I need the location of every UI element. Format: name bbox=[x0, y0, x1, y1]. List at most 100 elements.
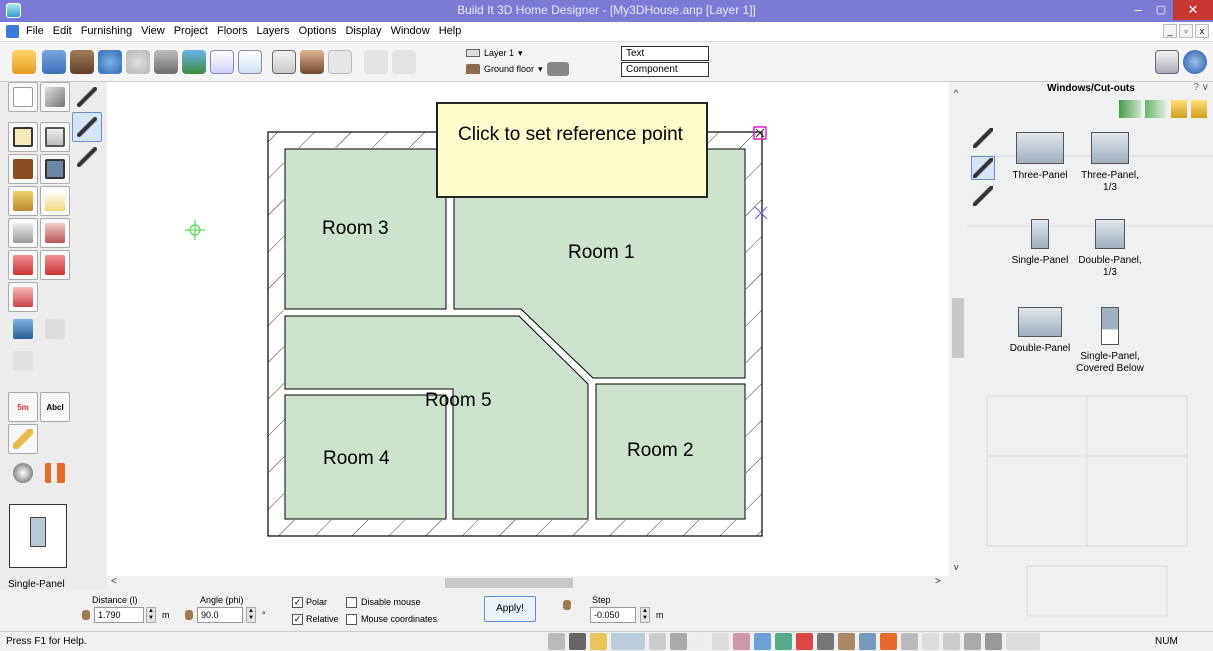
floor-view-icon[interactable] bbox=[649, 633, 666, 650]
help-icon[interactable] bbox=[1183, 50, 1207, 74]
menu-furnishing[interactable]: Furnishing bbox=[81, 25, 132, 37]
menu-options[interactable]: Options bbox=[299, 25, 337, 37]
panel-line-tool[interactable] bbox=[971, 126, 995, 150]
horizontal-scrollbar[interactable]: < > bbox=[107, 576, 949, 590]
text-field[interactable]: Text bbox=[621, 46, 709, 61]
menu-display[interactable]: Display bbox=[345, 25, 381, 37]
roof-red-icon[interactable] bbox=[796, 633, 813, 650]
comment-icon[interactable] bbox=[210, 50, 234, 74]
picture-icon[interactable] bbox=[859, 633, 876, 650]
column-tool-button[interactable] bbox=[40, 218, 70, 248]
roof-view-icon[interactable] bbox=[733, 633, 750, 650]
text-tool-button[interactable]: AbcI bbox=[40, 392, 70, 422]
vertical-scroll-thumb[interactable] bbox=[952, 298, 964, 358]
folder-up-icon[interactable] bbox=[1171, 100, 1187, 118]
3d-house-icon[interactable] bbox=[300, 50, 324, 74]
camera-icon[interactable] bbox=[985, 633, 1002, 650]
grid-icon[interactable] bbox=[569, 633, 586, 650]
apply-button[interactable]: Apply! bbox=[484, 596, 536, 622]
distance-field[interactable]: 1.790 bbox=[94, 607, 144, 623]
print-icon[interactable] bbox=[154, 50, 178, 74]
library-icon[interactable] bbox=[1119, 100, 1141, 118]
menu-edit[interactable]: Edit bbox=[53, 25, 72, 37]
stairs-view-icon[interactable] bbox=[670, 633, 687, 650]
redo-icon[interactable] bbox=[126, 50, 150, 74]
line-minus-tool-button[interactable] bbox=[72, 142, 102, 172]
terrain-tool-button[interactable] bbox=[8, 346, 38, 376]
render-icon[interactable] bbox=[1006, 633, 1040, 650]
menu-window[interactable]: Window bbox=[391, 25, 430, 37]
angle-spinner[interactable]: ▲ ▼ bbox=[246, 607, 256, 623]
lock-icon[interactable] bbox=[185, 610, 193, 620]
floor-select[interactable]: Ground floor bbox=[484, 64, 534, 74]
catalog-item-double-panel[interactable]: Double-Panel bbox=[1005, 307, 1075, 355]
open-folder-icon[interactable] bbox=[12, 50, 36, 74]
dimension-tool-button[interactable]: 5m bbox=[8, 392, 38, 422]
3d-wireframe-icon[interactable] bbox=[272, 50, 296, 74]
relative-checkbox[interactable]: ✓ bbox=[292, 614, 303, 625]
lock-icon[interactable] bbox=[563, 600, 571, 610]
close-button[interactable]: ✕ bbox=[1173, 0, 1213, 20]
floor-plan-canvas[interactable]: Room 3 Room 1 Room 5 Room 4 Room 2 Click… bbox=[107, 82, 949, 576]
vertical-scrollbar[interactable]: ^ v bbox=[949, 82, 967, 576]
layer-selector[interactable]: Layer 1 ▾ Ground floor ▾ bbox=[466, 45, 606, 79]
draw-icon[interactable] bbox=[392, 50, 416, 74]
furniture-view-icon[interactable] bbox=[712, 633, 729, 650]
scroll-left-icon[interactable]: < bbox=[111, 576, 117, 587]
lock-icon[interactable] bbox=[82, 610, 90, 620]
menu-file[interactable]: File bbox=[26, 25, 44, 37]
horizontal-scroll-thumb[interactable] bbox=[445, 578, 573, 588]
person-icon[interactable] bbox=[964, 633, 981, 650]
component-field[interactable]: Component bbox=[621, 62, 709, 77]
scroll-right-icon[interactable]: > bbox=[935, 576, 941, 587]
pencil-tool-button[interactable] bbox=[8, 424, 38, 454]
chair-view-icon[interactable] bbox=[754, 633, 771, 650]
plant-icon[interactable] bbox=[817, 633, 834, 650]
folder-open-icon[interactable] bbox=[1191, 100, 1207, 118]
furniture-tool-button[interactable] bbox=[8, 314, 38, 344]
menu-help[interactable]: Help bbox=[439, 25, 462, 37]
pencil-icon[interactable] bbox=[590, 633, 607, 650]
measure-icon[interactable] bbox=[943, 633, 960, 650]
select-tool-button[interactable] bbox=[8, 82, 38, 112]
panel-controls[interactable]: ? ∨ bbox=[1193, 82, 1209, 93]
move-icon[interactable] bbox=[364, 50, 388, 74]
furniture-edit-button[interactable] bbox=[40, 314, 70, 344]
line-plus-tool-button[interactable] bbox=[72, 112, 102, 142]
stairs-tool-button[interactable] bbox=[8, 186, 38, 216]
mouse-coordinates-checkbox[interactable] bbox=[346, 614, 357, 625]
roof-window-tool-button[interactable] bbox=[40, 250, 70, 280]
scroll-up-icon[interactable]: ^ bbox=[954, 88, 958, 98]
3d-icon[interactable] bbox=[880, 633, 897, 650]
slab-tool-button[interactable] bbox=[40, 186, 70, 216]
chevron-down-icon[interactable]: ▾ bbox=[518, 48, 523, 59]
catalog-item-three-panel[interactable]: Three-Panel bbox=[1005, 132, 1075, 182]
polar-checkbox[interactable]: ✓ bbox=[292, 597, 303, 608]
picture-icon[interactable] bbox=[182, 50, 206, 74]
list-view-icon[interactable] bbox=[1145, 100, 1167, 118]
wall-view-icon[interactable] bbox=[611, 633, 645, 650]
door-tool-button[interactable] bbox=[8, 154, 38, 184]
room-tool-button[interactable] bbox=[8, 122, 38, 152]
window-tool-button[interactable] bbox=[40, 154, 70, 184]
texture-tool-button[interactable] bbox=[8, 458, 38, 488]
ceiling-tool-button[interactable] bbox=[8, 218, 38, 248]
document-view-icon[interactable] bbox=[328, 50, 352, 74]
menu-view[interactable]: View bbox=[141, 25, 165, 37]
distance-spinner[interactable]: ▲ ▼ bbox=[146, 607, 156, 623]
dormer-tool-button[interactable] bbox=[8, 282, 38, 312]
tree-view-icon[interactable] bbox=[775, 633, 792, 650]
catalog-item-single-panel-covered[interactable]: Single-Panel, Covered Below bbox=[1075, 307, 1145, 375]
dimension-icon[interactable] bbox=[901, 633, 918, 650]
panel-line-plus-tool[interactable] bbox=[971, 156, 995, 180]
room-3d-tool-button[interactable] bbox=[40, 122, 70, 152]
new-house-icon[interactable] bbox=[70, 50, 94, 74]
pipe-tool-button[interactable] bbox=[40, 458, 70, 488]
lamp-icon[interactable] bbox=[838, 633, 855, 650]
maximize-button[interactable]: ▢ bbox=[1146, 0, 1176, 20]
floor-manager-icon[interactable] bbox=[546, 62, 569, 76]
menu-layers[interactable]: Layers bbox=[257, 25, 290, 37]
catalog-icon[interactable] bbox=[1155, 50, 1179, 74]
column-view-icon[interactable] bbox=[691, 633, 708, 650]
catalog-item-single-panel[interactable]: Single-Panel bbox=[1005, 219, 1075, 267]
